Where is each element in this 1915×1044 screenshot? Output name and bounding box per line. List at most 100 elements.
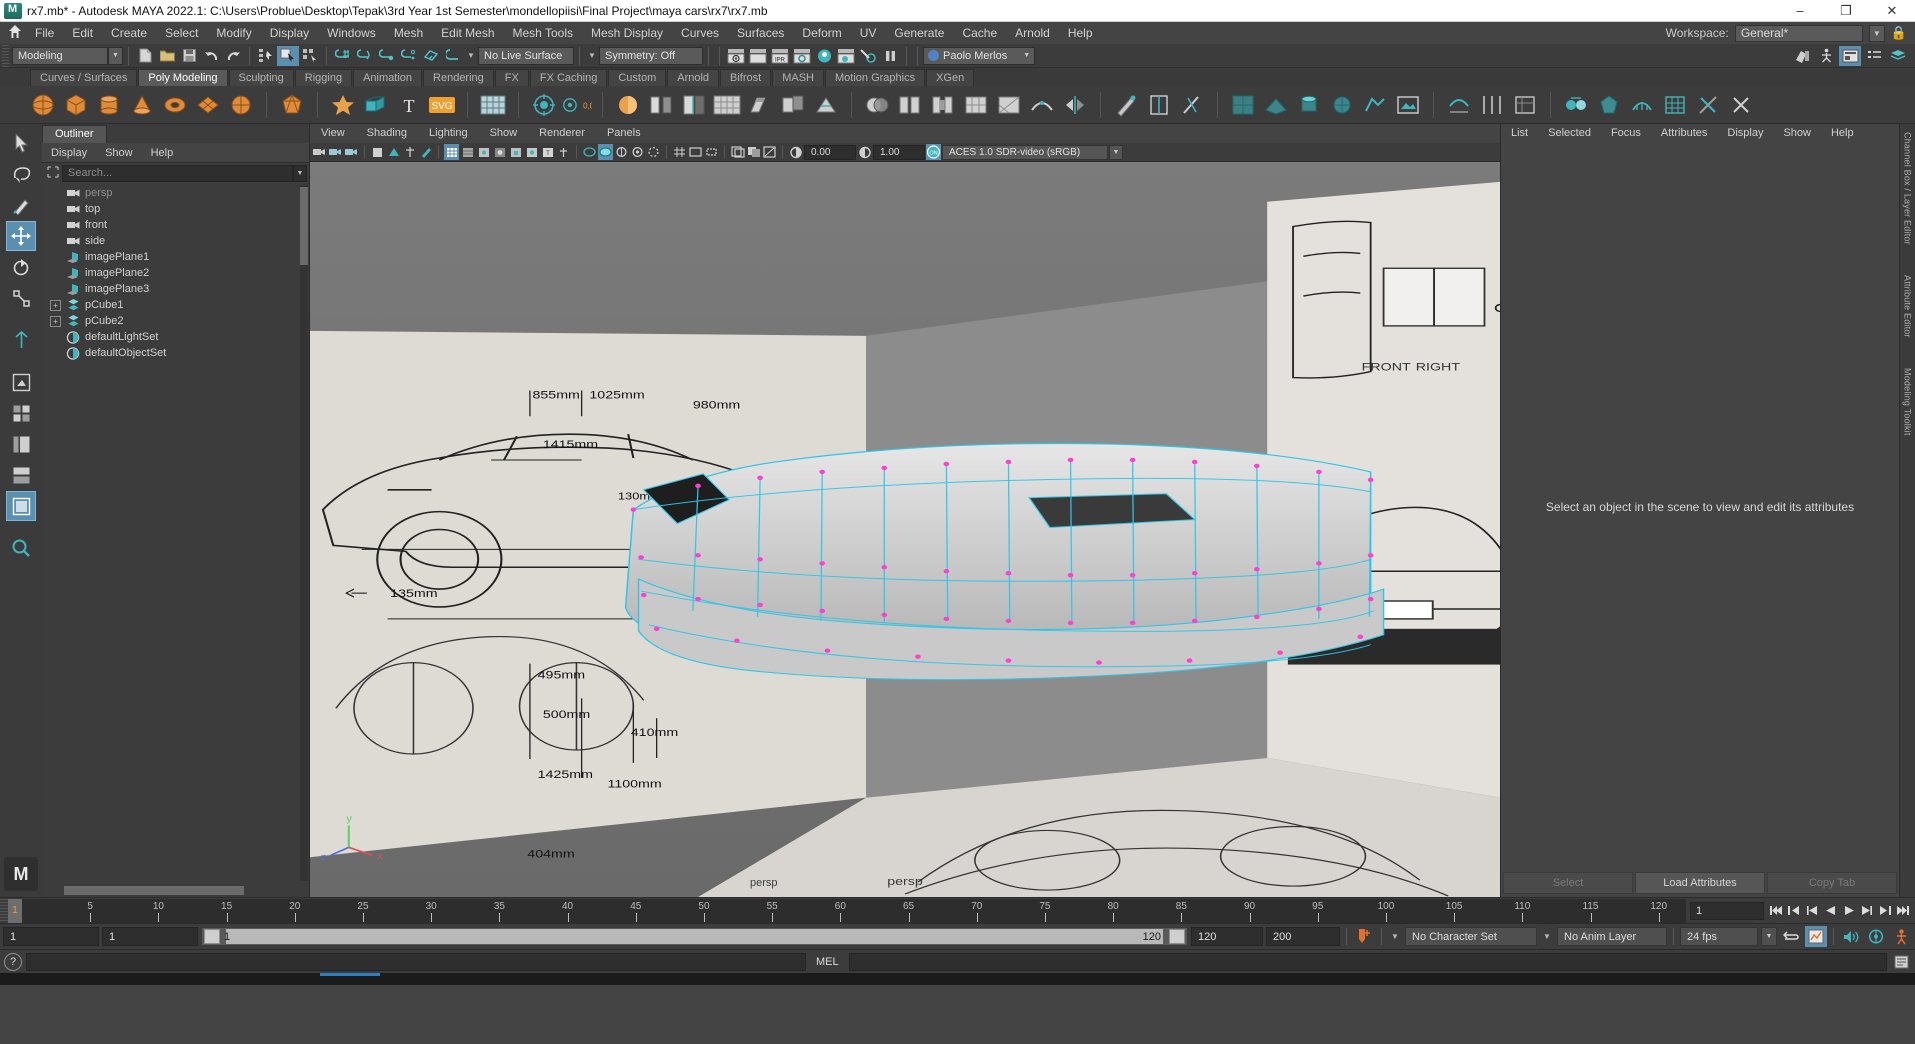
menu-arnold[interactable]: Arnold [1006,22,1059,44]
four-view-layout-button[interactable] [6,398,36,428]
menu-modify[interactable]: Modify [207,22,260,44]
poly-multi-cut-icon[interactable] [1177,90,1207,120]
render-settings-icon[interactable] [791,46,813,66]
ae-menu-help[interactable]: Help [1821,124,1864,143]
outliner-scrollbar-thumb[interactable] [300,187,308,265]
lasso-tool-button[interactable] [6,159,36,189]
color-management-toggle-icon[interactable]: ON [926,144,941,160]
go-to-start-icon[interactable] [1768,901,1785,921]
outliner-item[interactable]: defaultLightSet [42,329,309,345]
ae-menu-list[interactable]: List [1501,124,1538,143]
motion-blur-icon[interactable] [556,144,571,160]
shelf-tab-xgen[interactable]: XGen [926,69,975,86]
render-setup-icon[interactable] [857,46,879,66]
maximize-button[interactable]: ❐ [1823,0,1869,22]
chevron-down-icon[interactable]: ▼ [1761,927,1777,946]
menu-mesh-display[interactable]: Mesh Display [582,22,672,44]
command-language-label[interactable]: MEL [810,956,845,968]
ae-menu-focus[interactable]: Focus [1601,124,1651,143]
viewport-3d-canvas[interactable]: 855mm 1025mm 980mm 1415mm 130mm 135mm 49… [310,162,1500,897]
new-scene-icon[interactable] [134,46,156,66]
rail-modeling-toolkit-tab[interactable]: Modeling Toolkit [1903,368,1913,436]
modeling-toolkit-panel-icon[interactable] [1791,46,1813,66]
shelf-tab-curves-surfaces[interactable]: Curves / Surfaces [30,69,138,86]
shelf-tab-custom[interactable]: Custom [608,69,667,86]
poly-cylinder-icon[interactable] [94,90,124,120]
menu-cache[interactable]: Cache [953,22,1006,44]
playblast-icon[interactable] [1865,926,1887,947]
poly-remesh-icon[interactable] [1660,90,1690,120]
go-to-end-icon[interactable] [1894,901,1911,921]
textured-shading-icon[interactable] [492,144,507,160]
shaded-wireframe-icon[interactable] [476,144,491,160]
poly-disc-icon[interactable] [226,90,256,120]
ae-menu-attributes[interactable]: Attributes [1651,124,1717,143]
camera-attributes-icon[interactable] [328,144,343,160]
svg-tool-icon[interactable]: SVG [427,90,457,120]
poly-mirror-icon[interactable] [712,90,742,120]
menu-generate[interactable]: Generate [885,22,953,44]
step-forward-key-icon[interactable] [1876,901,1893,921]
chevron-down-icon[interactable]: ▼ [108,46,123,65]
home-icon[interactable] [4,25,26,41]
snap-to-curve-icon[interactable] [354,46,376,66]
ipr-render-icon[interactable]: IPR [769,46,791,66]
save-scene-icon[interactable] [178,46,200,66]
outliner-item[interactable]: imagePlane1 [42,249,309,265]
anim-layer-selector[interactable]: No Anim Layer [1557,927,1667,946]
outliner-item[interactable]: persp [42,185,309,201]
poly-platonic-icon[interactable] [277,90,307,120]
chevron-down-icon[interactable]: ▼ [1868,24,1885,42]
resolution-gate-icon[interactable] [704,144,719,160]
menu-mesh-tools[interactable]: Mesh Tools [504,22,582,44]
shelf-tab-fx-caching[interactable]: FX Caching [529,69,608,86]
shelf-tab-fx[interactable]: FX [494,69,529,86]
poly-retopologize-icon[interactable] [1627,90,1657,120]
outliner-menu-display[interactable]: Display [42,143,96,163]
screen-space-ao-icon[interactable]: T [540,144,555,160]
play-forward-icon[interactable] [1840,901,1857,921]
chevron-down-icon[interactable]: ▼ [1023,52,1030,59]
rail-channel-box-tab[interactable]: Channel Box / Layer Editor [1903,132,1913,245]
viewport-menu-panels[interactable]: Panels [596,124,652,143]
outliner-list[interactable]: persp top front side imagePlane1 imagePlane2 i… [42,183,309,883]
outliner-item[interactable]: + pCube2 [42,313,309,329]
outliner-item[interactable]: imagePlane3 [42,281,309,297]
use-all-lights-icon[interactable] [508,144,523,160]
poly-wedge-icon[interactable] [745,90,775,120]
color-profile-value[interactable]: ACES 1.0 SDR-video (sRGB) [942,144,1108,160]
xray-joints-icon[interactable] [598,144,613,160]
poly-cube-icon[interactable] [61,90,91,120]
shelf-tab-animation[interactable]: Animation [353,69,423,86]
shelf-tab-rigging[interactable]: Rigging [294,69,353,86]
poly-crease-icon[interactable] [1027,90,1057,120]
poly-append-icon[interactable] [679,90,709,120]
poly-bridge-icon[interactable] [646,90,676,120]
poly-combine-icon[interactable] [478,90,508,120]
isolate-select-icon[interactable] [646,144,661,160]
gamma-value[interactable]: 1.00 [873,144,925,160]
menu-edit[interactable]: Edit [63,22,102,44]
step-back-icon[interactable] [1804,901,1821,921]
playback-end-time-field[interactable]: 120 [1191,927,1263,946]
chevron-down-icon[interactable]: ▼ [1388,932,1402,941]
channel-box-panel-icon[interactable] [1863,46,1885,66]
menu-curves[interactable]: Curves [672,22,728,44]
uv-snapshot-icon[interactable] [1393,90,1423,120]
paint-select-tool-button[interactable] [6,190,36,220]
poly-mirror-geometry-icon[interactable] [1060,90,1090,120]
range-slider[interactable]: 1 120 [201,927,1188,946]
shelf-tab-poly-modeling[interactable]: Poly Modeling [138,69,228,86]
copy-tab-button[interactable]: Copy Tab [1767,872,1897,894]
film-gate-icon[interactable] [688,144,703,160]
text-tool-icon[interactable]: T [394,90,424,120]
select-by-object-type-icon[interactable] [277,45,299,66]
script-editor-icon[interactable] [1891,953,1911,971]
time-slider-current-frame[interactable]: 1 [8,898,22,923]
menu-mesh[interactable]: Mesh [385,22,432,44]
ae-menu-selected[interactable]: Selected [1538,124,1601,143]
persp-outliner-layout-button[interactable] [6,429,36,459]
playback-start-time-field[interactable]: 1 [102,927,198,946]
shelf-tab-sculpting[interactable]: Sculpting [228,69,294,86]
display-edges-icon[interactable] [1477,90,1507,120]
